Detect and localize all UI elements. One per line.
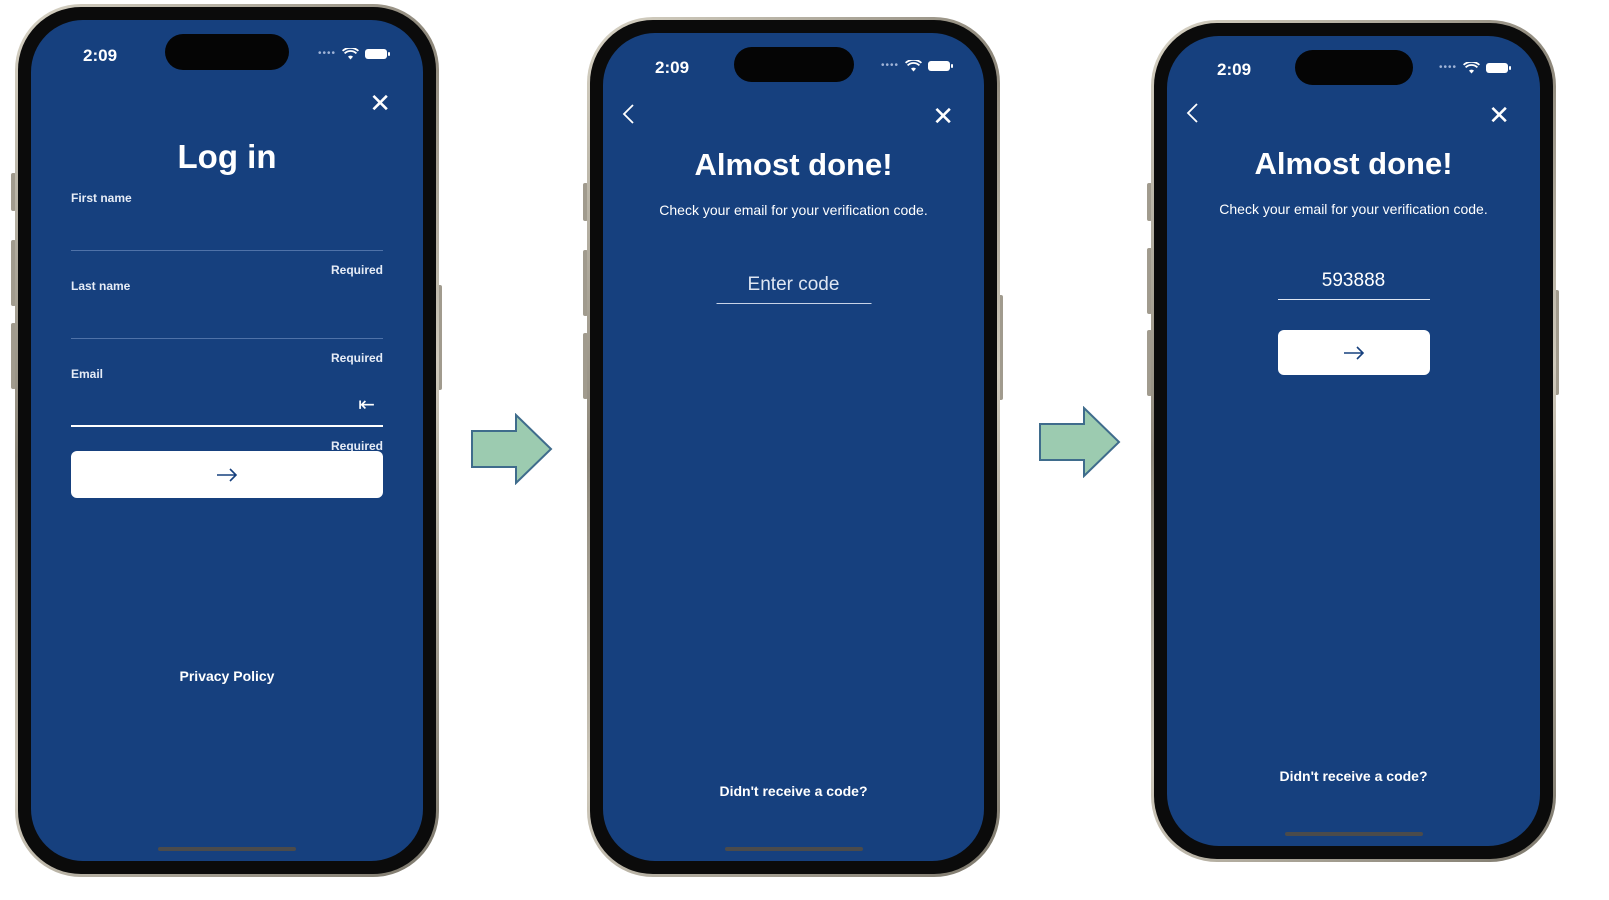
phone-bezel: 2:09 •••• ✕ Almost done! Check your emai… [590,20,997,874]
status-time: 2:09 [1217,60,1252,79]
code-underline [1277,299,1430,300]
wifi-icon [1463,62,1480,74]
email-underline [71,425,383,427]
first-name-input[interactable] [71,218,343,244]
first-name-required-hint: Required [330,263,383,277]
email-input[interactable] [71,394,343,420]
signal-icon: •••• [317,48,336,59]
privacy-policy-link[interactable]: Privacy Policy [31,668,423,684]
status-time: 2:09 [83,46,118,65]
page-title: Almost done! [1254,146,1453,181]
back-chevron-icon[interactable] [1185,102,1199,124]
phone-bezel: 2:09 •••• ✕ Almost done! Check your emai… [1154,23,1553,859]
dynamic-island [165,34,289,70]
dynamic-island [1294,50,1413,85]
status-icons: •••• [1438,62,1511,74]
wifi-icon [905,60,922,72]
code-underline [716,303,871,304]
first-name-underline [71,250,383,251]
verify-screen-empty: 2:09 •••• ✕ Almost done! Check your emai… [603,33,984,861]
flow-arrow-right-icon [471,413,553,485]
close-icon[interactable]: ✕ [369,90,391,116]
close-icon[interactable]: ✕ [932,103,954,129]
home-indicator [158,847,296,851]
resend-code-link[interactable]: Didn't receive a code? [1167,768,1540,784]
status-time: 2:09 [655,58,690,77]
page-subtitle: Check your email for your verification c… [1219,201,1488,217]
phone-code-entered: 2:09 •••• ✕ Almost done! Check your emai… [1151,20,1556,862]
last-name-input[interactable] [71,306,343,332]
home-indicator [1284,832,1423,836]
phone-enter-code: 2:09 •••• ✕ Almost done! Check your emai… [587,17,1000,877]
verification-code-input[interactable] [716,271,871,299]
arrow-right-icon [1343,345,1364,360]
dynamic-island [733,47,854,82]
resend-code-link[interactable]: Didn't receive a code? [603,783,984,799]
verify-screen-filled: 2:09 •••• ✕ Almost done! Check your emai… [1167,36,1540,846]
tab-key-icon: ⇤ [358,394,375,416]
first-name-label: First name [71,191,132,205]
phone-bezel: 2:09 •••• ✕ Log in First name Required L… [18,7,436,874]
wifi-icon [342,48,359,60]
home-indicator [724,847,863,851]
email-label: Email [71,367,104,381]
status-icons: •••• [880,60,953,72]
page-title: Almost done! [694,147,893,182]
page-title: Log in [177,138,277,175]
page-subtitle: Check your email for your verification c… [659,202,928,218]
status-icons: •••• [317,48,390,60]
close-icon[interactable]: ✕ [1488,102,1510,128]
back-chevron-icon[interactable] [621,103,635,125]
verify-submit-button[interactable] [1277,330,1430,375]
last-name-label: Last name [71,279,131,293]
last-name-underline [71,338,383,339]
battery-icon [1486,63,1511,73]
login-screen: 2:09 •••• ✕ Log in First name Required L… [31,20,423,861]
verification-code-input[interactable] [1277,267,1430,295]
flow-arrow-right-icon [1039,406,1121,478]
battery-icon [928,61,953,71]
arrow-right-icon [217,467,238,482]
battery-icon [365,49,390,59]
login-submit-button[interactable] [71,451,383,498]
signal-icon: •••• [880,60,899,71]
phone-login: 2:09 •••• ✕ Log in First name Required L… [15,4,439,877]
signal-icon: •••• [1438,62,1457,73]
last-name-required-hint: Required [330,351,383,365]
